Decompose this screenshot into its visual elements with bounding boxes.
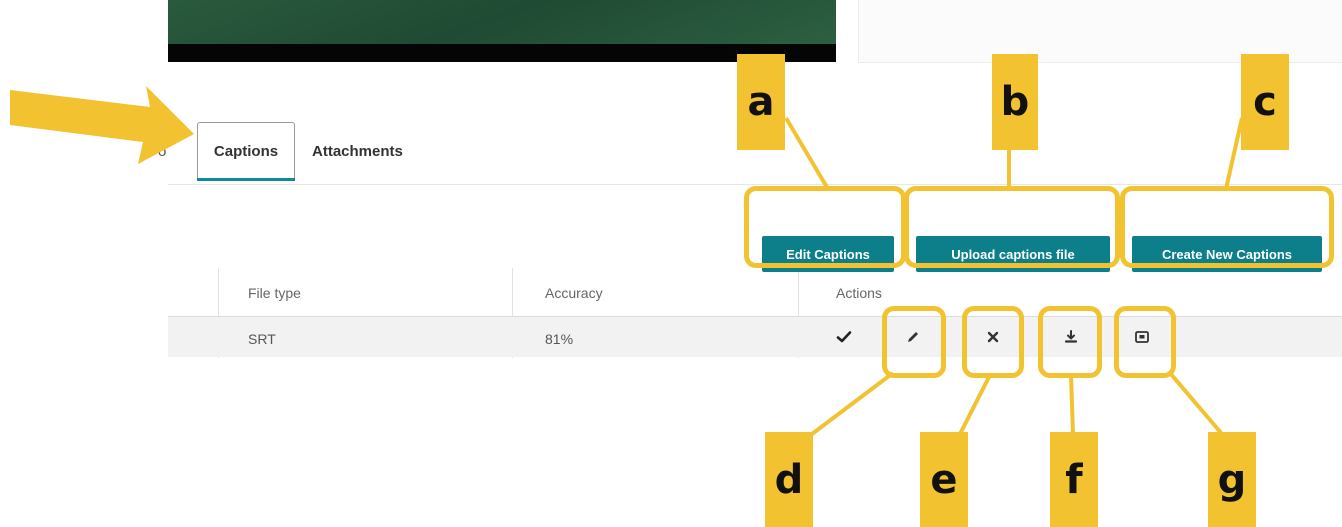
callout-label-g: g: [1208, 432, 1256, 527]
callout-label-d: d: [765, 432, 813, 527]
connector-line-g: [1168, 371, 1224, 436]
callout-label-c: c: [1241, 54, 1289, 150]
callout-label-f: f: [1050, 432, 1098, 527]
callout-frame-d: [882, 306, 946, 378]
callout-frame-g: [1114, 306, 1176, 378]
callout-frame-a: [744, 186, 906, 268]
callout-frame-f: [1038, 306, 1102, 378]
callout-label-e: e: [920, 432, 968, 527]
callout-label-b: b: [992, 54, 1038, 150]
callout-frame-b: [904, 186, 1120, 268]
connector-line-e: [958, 374, 992, 435]
connector-line-f: [1069, 374, 1075, 435]
callout-frame-e: [962, 306, 1024, 378]
connector-line-a: [784, 116, 830, 191]
callout-label-a: a: [737, 54, 785, 150]
pointer-arrow-icon: [10, 86, 194, 164]
connector-line-c: [1224, 117, 1244, 190]
connector-line-d: [810, 371, 895, 436]
callout-frame-c: [1120, 186, 1334, 268]
